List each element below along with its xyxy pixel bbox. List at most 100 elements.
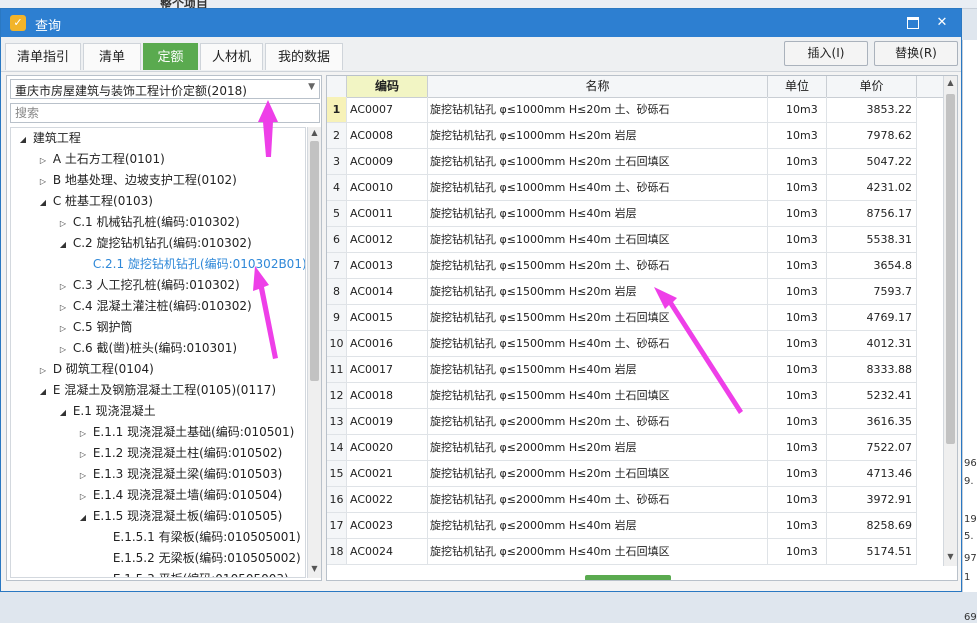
table-row[interactable]: 11 AC0017 旋挖钻机钻孔 φ≤1500mm H≤40m 岩层 10m3 8333… [327,357,917,383]
expanded-arrow-icon[interactable]: ◢ [77,507,89,528]
table-row[interactable]: 2 AC0008 旋挖钻机钻孔 φ≤1000mm H≤20m 岩层 10m3 7978.… [327,123,917,149]
row-number: 17 [327,513,347,538]
column-header-code[interactable]: 编码 [347,76,428,97]
table-row[interactable]: 13 AC0019 旋挖钻机钻孔 φ≤2000mm H≤20m 土、砂砾石 10m3 3… [327,409,917,435]
tree-node[interactable]: ▷ C.6 截(凿)桩头(编码:010301) [57,338,237,359]
tree-node[interactable]: ▷ E.1.4 现浇混凝土墙(编码:010504) [77,485,282,506]
tree-node[interactable]: ▷ A 土石方工程(0101) [37,149,165,170]
table-row[interactable]: 18 AC0024 旋挖钻机钻孔 φ≤2000mm H≤40m 土石回填区 10m3 5… [327,539,917,565]
table-row[interactable]: 8 AC0014 旋挖钻机钻孔 φ≤1500mm H≤20m 岩层 10m3 7593.… [327,279,917,305]
tree-node[interactable]: ▷ E.1.2 现浇混凝土柱(编码:010502) [77,443,282,464]
tree-node[interactable]: ▷ B 地基处理、边坡支护工程(0102) [37,170,237,191]
column-header-name[interactable]: 名称 [428,76,768,97]
cell-unit: 10m3 [768,227,827,252]
tree-node[interactable]: E.1.5.3 平板(编码:010505003) [97,569,289,577]
background-value: 97 [964,553,977,564]
collapsed-arrow-icon[interactable]: ▷ [37,150,49,171]
column-header-price[interactable]: 单价 [827,76,917,97]
tree-node[interactable]: C.2.1 旋挖钻机钻孔(编码:010302B01) [77,254,305,275]
splitter-handle[interactable] [585,575,671,580]
table-row[interactable]: 17 AC0023 旋挖钻机钻孔 φ≤2000mm H≤40m 岩层 10m3 8258… [327,513,917,539]
scroll-down-icon[interactable]: ▼ [944,552,957,561]
collapsed-arrow-icon[interactable]: ▷ [37,360,49,381]
table-row[interactable]: 6 AC0012 旋挖钻机钻孔 φ≤1000mm H≤40m 土石回填区 10m3 55… [327,227,917,253]
collapsed-arrow-icon[interactable]: ▷ [57,318,69,339]
collapsed-arrow-icon[interactable]: ▷ [37,171,49,192]
tab-bill-guide[interactable]: 清单指引 [5,43,81,70]
table-row[interactable]: 14 AC0020 旋挖钻机钻孔 φ≤2000mm H≤20m 岩层 10m3 7522… [327,435,917,461]
grid-scroll-thumb[interactable] [946,94,955,444]
expanded-arrow-icon[interactable]: ◢ [57,234,69,255]
expanded-arrow-icon[interactable]: ◢ [17,129,29,150]
collapsed-arrow-icon[interactable]: ▷ [77,423,89,444]
cell-unit: 10m3 [768,357,827,382]
tree-node[interactable]: ▷ C.4 混凝土灌注桩(编码:010302) [57,296,252,317]
table-row[interactable]: 15 AC0021 旋挖钻机钻孔 φ≤2000mm H≤20m 土石回填区 10m3 4… [327,461,917,487]
background-value: 9. [964,476,974,487]
table-row[interactable]: 7 AC0013 旋挖钻机钻孔 φ≤1500mm H≤20m 土、砂砾石 10m3 36… [327,253,917,279]
collapsed-arrow-icon[interactable]: ▷ [57,213,69,234]
tree-node[interactable]: ▷ C.5 钢护筒 [57,317,133,339]
collapsed-arrow-icon[interactable]: ▷ [57,276,69,297]
tab-bill[interactable]: 清单 [83,43,141,70]
maximize-button[interactable] [902,13,924,33]
tree-node[interactable]: ▷ E.1.3 现浇混凝土梁(编码:010503) [77,464,282,485]
column-header-unit[interactable]: 单位 [768,76,827,97]
collapsed-arrow-icon[interactable]: ▷ [77,465,89,486]
collapsed-arrow-icon[interactable]: ▷ [57,297,69,318]
table-row[interactable]: 4 AC0010 旋挖钻机钻孔 φ≤1000mm H≤40m 土、砂砾石 10m3 42… [327,175,917,201]
tab-labor-material-machine[interactable]: 人材机 [200,43,263,70]
collapsed-arrow-icon[interactable]: ▷ [57,339,69,360]
quota-library-value: 重庆市房屋建筑与装饰工程计价定额(2018) [15,84,247,98]
tree-node[interactable]: ◢ 建筑工程 [17,128,81,149]
tree-node[interactable]: ◢ C 桩基工程(0103) [37,191,153,212]
expanded-arrow-icon[interactable]: ◢ [37,192,49,213]
cell-price: 5538.31 [827,227,917,252]
table-row[interactable]: 1 AC0007 旋挖钻机钻孔 φ≤1000mm H≤20m 土、砂砾石 10m3 38… [327,97,917,123]
cell-name: 旋挖钻机钻孔 φ≤1500mm H≤40m 岩层 [428,357,768,382]
tree-node[interactable]: ◢ E 混凝土及钢筋混凝土工程(0105)(0117) [37,380,276,401]
close-icon: ✕ [936,15,948,30]
table-row[interactable]: 10 AC0016 旋挖钻机钻孔 φ≤1500mm H≤40m 土、砂砾石 10m3 4… [327,331,917,357]
tab-my-data[interactable]: 我的数据 [265,43,343,70]
collapsed-arrow-icon[interactable]: ▷ [77,486,89,507]
cell-unit: 10m3 [768,331,827,356]
tree-node-label: C.2 旋挖钻机钻孔(编码:010302) [72,236,252,250]
tree-node[interactable]: ▷ C.3 人工挖孔桩(编码:010302) [57,275,240,296]
tree-node[interactable]: E.1.5.2 无梁板(编码:010505002) [97,548,301,569]
table-row[interactable]: 12 AC0018 旋挖钻机钻孔 φ≤1500mm H≤40m 土石回填区 10m3 5… [327,383,917,409]
tree-scroll-thumb[interactable] [310,141,319,381]
tab-quota[interactable]: 定额 [143,43,198,70]
insert-button[interactable]: 插入(I) [784,41,868,66]
collapsed-arrow-icon[interactable]: ▷ [77,444,89,465]
tree-node[interactable]: ◢ C.2 旋挖钻机钻孔(编码:010302) [57,233,252,254]
tree-node-label: E.1.4 现浇混凝土墙(编码:010504) [92,488,283,502]
expanded-arrow-icon[interactable]: ◢ [57,402,69,423]
tree-node[interactable]: E.1.5.1 有梁板(编码:010505001) [97,527,301,548]
search-input[interactable] [10,103,320,123]
grid-scrollbar[interactable]: ▲ ▼ [943,76,957,566]
dialog-titlebar[interactable]: ✓ 查询 ✕ [1,9,961,37]
table-row[interactable]: 3 AC0009 旋挖钻机钻孔 φ≤1000mm H≤20m 土石回填区 10m3 50… [327,149,917,175]
cell-unit: 10m3 [768,435,827,460]
cell-name: 旋挖钻机钻孔 φ≤2000mm H≤40m 土、砂砾石 [428,487,768,512]
tree-node[interactable]: ◢ E.1 现浇混凝土 [57,401,156,422]
replace-button[interactable]: 替换(R) [874,41,958,66]
tree-node[interactable]: ▷ E.1.1 现浇混凝土基础(编码:010501) [77,422,294,443]
quota-library-select[interactable]: 重庆市房屋建筑与装饰工程计价定额(2018) ▼ [10,79,320,99]
background-value: 19 [964,514,977,525]
scroll-down-icon[interactable]: ▼ [308,564,321,573]
tree-scrollbar[interactable]: ▲ ▼ [307,127,321,578]
scroll-up-icon[interactable]: ▲ [944,78,957,87]
cell-price: 8756.17 [827,201,917,226]
cell-price: 8333.88 [827,357,917,382]
table-row[interactable]: 5 AC0011 旋挖钻机钻孔 φ≤1000mm H≤40m 岩层 10m3 8756.… [327,201,917,227]
table-row[interactable]: 9 AC0015 旋挖钻机钻孔 φ≤1500mm H≤20m 土石回填区 10m3 47… [327,305,917,331]
tree-node[interactable]: ◢ E.1.5 现浇混凝土板(编码:010505) [77,506,282,527]
close-button[interactable]: ✕ [931,13,953,33]
tree-node[interactable]: ▷ C.1 机械钻孔桩(编码:010302) [57,212,240,233]
scroll-up-icon[interactable]: ▲ [308,128,321,137]
tree-node[interactable]: ▷ D 砌筑工程(0104) [37,359,154,380]
table-row[interactable]: 16 AC0022 旋挖钻机钻孔 φ≤2000mm H≤40m 土、砂砾石 10m3 3… [327,487,917,513]
expanded-arrow-icon[interactable]: ◢ [37,381,49,402]
